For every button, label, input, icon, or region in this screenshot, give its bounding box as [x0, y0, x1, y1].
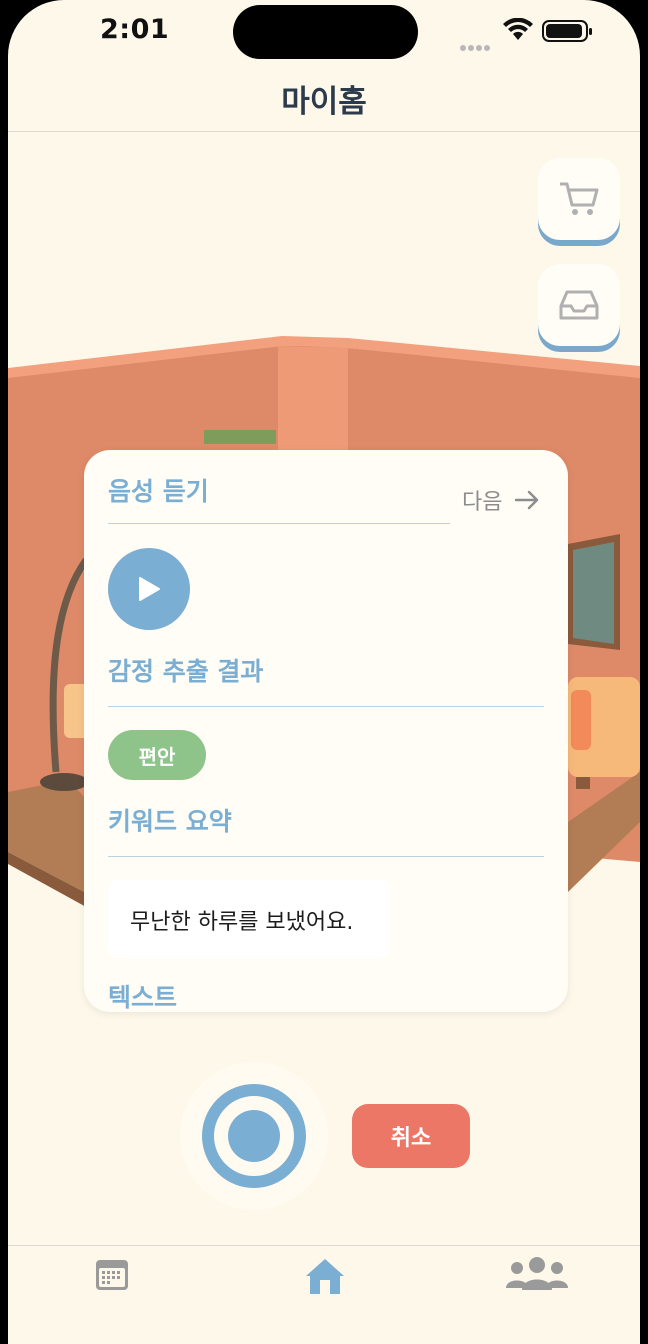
record-button[interactable]: [180, 1062, 328, 1210]
tab-home[interactable]: [304, 1256, 346, 1300]
record-dot-icon: [228, 1110, 280, 1162]
shop-button[interactable]: [538, 158, 620, 240]
phone-frame: 2:01 마이홈 음성 듣기 다음 감정 추출 결과 편안 키워드 요약 무난한…: [0, 0, 648, 1344]
diary-result-card: 음성 듣기 다음 감정 추출 결과 편안 키워드 요약 무난한 하루를 보냈어요…: [84, 450, 568, 1012]
cancel-button[interactable]: 취소: [352, 1104, 470, 1168]
dynamic-island: [233, 5, 418, 59]
signal-dots-icon: [460, 36, 492, 55]
status-time: 2:01: [100, 14, 170, 45]
keyword-divider: [108, 856, 544, 857]
play-icon: [139, 577, 160, 601]
app-screen: 2:01 마이홈 음성 듣기 다음 감정 추출 결과 편안 키워드 요약 무난한…: [8, 0, 640, 1344]
tab-bar: [8, 1245, 640, 1344]
record-ring: [202, 1084, 306, 1188]
next-button[interactable]: 다음: [462, 484, 540, 516]
play-button[interactable]: [108, 548, 190, 630]
emotion-divider: [108, 706, 544, 707]
emotion-badge: 편안: [108, 730, 206, 780]
keyword-summary: 무난한 하루를 보냈어요.: [108, 880, 390, 958]
keyword-section-title: 키워드 요약: [108, 807, 232, 836]
app-header: 마이홈: [8, 62, 640, 132]
wifi-icon: [503, 18, 533, 40]
home-icon: [306, 1259, 344, 1294]
tab-calendar[interactable]: [94, 1256, 130, 1296]
arrow-right-icon: [515, 490, 539, 510]
text-section-title: 텍스트: [108, 983, 178, 1012]
inventory-button[interactable]: [538, 264, 620, 346]
tray-icon: [559, 290, 599, 320]
next-label: 다음: [462, 490, 503, 515]
calendar-icon: [96, 1260, 128, 1290]
emotion-section-title: 감정 추출 결과: [108, 657, 264, 686]
cart-icon: [560, 182, 599, 215]
people-icon: [506, 1257, 568, 1290]
tab-community[interactable]: [504, 1256, 570, 1296]
battery-icon: [542, 20, 592, 42]
voice-divider: [108, 523, 450, 524]
page-title: 마이홈: [281, 84, 367, 120]
voice-section-title: 음성 듣기: [108, 477, 209, 506]
